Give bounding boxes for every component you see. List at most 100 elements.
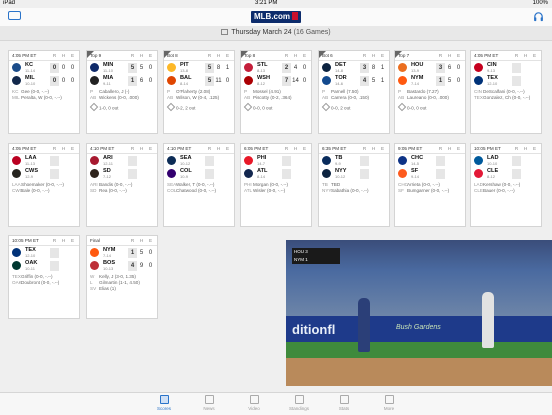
tv-icon[interactable]: [8, 11, 21, 20]
date-bar[interactable]: Thursday March 24 (16 Games): [0, 26, 552, 41]
team-record: 8-12: [257, 81, 266, 86]
battery: 100%: [532, 0, 548, 6]
team-row: TB 9-9: [319, 154, 389, 167]
game-card[interactable]: 6:05 PM ET RHE PHI 14-7 ATL 8-14 PHIMorg…: [240, 143, 312, 227]
game-info: P Mossel (4.91) AB Piscotty (0-2, .364) 0-0…: [241, 87, 311, 114]
team-record: 7-12: [103, 174, 112, 179]
game-card[interactable]: 4:10 PM ET RHE ARI 12-11 SD 7-12 ARIBand…: [86, 143, 158, 227]
game-card[interactable]: 9:05 PM ET RHE CHC 14-5 SF 9-14 CHCArrie…: [394, 143, 466, 227]
tab-scores[interactable]: Scores: [144, 395, 184, 411]
team-record: 13-8: [180, 68, 189, 73]
hits: [369, 169, 378, 179]
tab-news[interactable]: News: [189, 395, 229, 411]
hits: 8: [371, 65, 376, 71]
runs: [360, 169, 369, 179]
rhe-header: RHE: [438, 146, 461, 151]
team-logo-icon: [398, 156, 407, 165]
team-record: 8-13: [257, 68, 266, 73]
team-row: ATL 8-14: [241, 167, 311, 180]
team-logo-icon: [12, 156, 21, 165]
runs: 2: [282, 63, 291, 73]
team-logo-icon: [90, 63, 99, 72]
game-status: Top 7: [398, 53, 410, 58]
game-status: Bot 6: [322, 53, 333, 58]
game-card[interactable]: 4:05 PM ET RHE LAA 11-13 CWS 12-9 LAASho…: [8, 143, 80, 227]
team-logo-icon: [90, 169, 99, 178]
team-record: 8-12: [487, 174, 496, 179]
runs: [50, 248, 59, 258]
runs: [512, 63, 521, 73]
team-logo-icon: [398, 63, 407, 72]
bases-icon: [89, 102, 99, 112]
runs: 1: [436, 76, 445, 86]
game-card[interactable]: 6:35 PM ET RHE TB 9-9 NYY 10-12 TB TBD N…: [318, 143, 390, 227]
game-card[interactable]: Bot 6 RHE DET 14-8 3 8 1 TOR 14-6 4 5 1: [318, 50, 390, 134]
games-count: (16 Games): [293, 29, 331, 36]
game-info: TB TBD NYYSabathia (0-0, -.--): [322, 182, 369, 193]
game-card[interactable]: 10:05 PM ET RHE LAD 10-10 CLE 8-12 LADKe…: [470, 143, 542, 227]
hits: [521, 63, 530, 73]
errors: 0: [70, 78, 75, 84]
bases-icon: [243, 102, 253, 112]
runs: [205, 169, 214, 179]
team-row: BOS 10-13 4 9 0: [87, 259, 157, 272]
runs: 0: [50, 63, 59, 73]
rhe-header: RHE: [284, 146, 307, 151]
tab-video[interactable]: Video: [234, 395, 274, 411]
errors: [378, 156, 387, 166]
runs: [436, 156, 445, 166]
game-status: 4:05 PM ET: [474, 53, 499, 58]
game-status-header: 6:05 PM ET RHE: [241, 144, 311, 154]
rhe-header: RHE: [207, 146, 230, 151]
game-card[interactable]: Top 9 RHE MIN 11-10 5 5 0 MIA 9-11 1 6 0: [86, 50, 158, 134]
game-card[interactable]: Bot 8 RHE PIT 13-8 5 8 1 BAL 8-14 5 11 0: [163, 50, 235, 134]
game-card[interactable]: Top 7 RHE HOU 13-9 3 6 0 NYM 7-14 1 5 0: [394, 50, 466, 134]
game-card[interactable]: Final RHE NYM 7-14 1 5 0 BOS 10-13 4 9 0: [86, 235, 158, 319]
headphones-icon[interactable]: [533, 11, 544, 22]
game-card[interactable]: 4:10 PM ET RHE SEA 10-12 COL 10-9 SEAWal…: [163, 143, 235, 227]
rhe-header: RHE: [514, 146, 537, 151]
hits: 0: [61, 78, 66, 84]
game-card[interactable]: 10:05 PM ET RHE TEX 12-10 OAK 10-11 TEXG…: [8, 235, 80, 319]
team-row: SF 9-14: [395, 167, 465, 180]
team-record: 10-10: [25, 81, 36, 86]
team-row: DET 14-8 3 8 1: [319, 61, 389, 74]
tab-more[interactable]: More: [369, 395, 409, 411]
errors: 1: [380, 65, 385, 71]
team-logo-icon: [167, 156, 176, 165]
tab-standings[interactable]: Standings: [279, 395, 319, 411]
team-logo-icon: [90, 248, 99, 257]
team-record: 9-11: [103, 81, 111, 86]
rhe-header: RHE: [362, 146, 385, 151]
hits: [59, 248, 68, 258]
game-status: Final: [90, 238, 100, 243]
team-row: TOR 14-6 4 5 1: [319, 74, 389, 87]
runs: [282, 169, 291, 179]
tab-bar: Scores News Video Standings Stats More: [0, 392, 552, 415]
game-status-header: Top 9 RHE: [87, 51, 157, 61]
video-player[interactable]: ditionfl Bush Gardens HOU 3 NYM 1: [286, 240, 552, 386]
rhe-header: RHE: [514, 53, 537, 58]
team-logo-icon: [244, 169, 253, 178]
rhe-header: RHE: [207, 53, 230, 58]
rhe-header: RHE: [130, 53, 153, 58]
game-status: 6:35 PM ET: [322, 146, 347, 151]
team-record: 12-11: [103, 161, 113, 166]
team-record: 7-14: [411, 81, 420, 86]
errors: 0: [456, 65, 461, 71]
game-card[interactable]: 4:05 PM ET RHE CIN 9-13 TEX 12-10 CINDeS…: [470, 50, 542, 134]
game-card[interactable]: 4:05 PM ET RHE KC 11-14 0 0 0 MIL 10-10 …: [8, 50, 80, 134]
tab-stats[interactable]: Stats: [324, 395, 364, 411]
team-logo-icon: [322, 156, 331, 165]
game-card[interactable]: Top 8 RHE STL 8-13 2 4 0 WSH 8-12 7 14 0: [240, 50, 312, 134]
hits: 6: [139, 78, 144, 84]
hits: [59, 261, 68, 271]
team-record: 11-14: [25, 68, 35, 73]
errors: [68, 169, 77, 179]
team-record: 11-10: [103, 68, 113, 73]
hits: 5: [139, 250, 144, 256]
game-status: Top 8: [244, 53, 256, 58]
errors: 0: [148, 65, 153, 71]
runs: [50, 156, 59, 166]
hits: [521, 156, 530, 166]
